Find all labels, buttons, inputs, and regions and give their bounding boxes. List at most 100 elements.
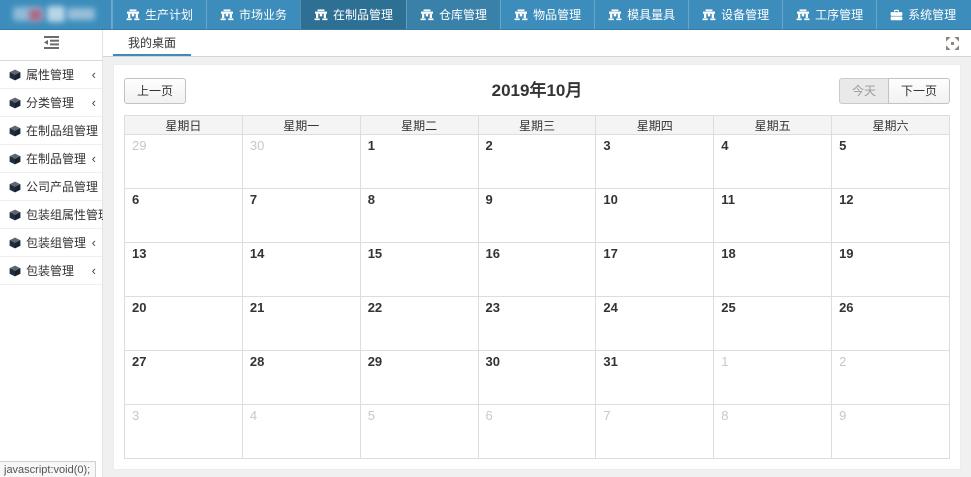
- calendar-day-cell[interactable]: 8: [714, 405, 832, 459]
- calendar-day-cell[interactable]: 16: [478, 243, 596, 297]
- day-number: 27: [125, 351, 242, 369]
- calendar-day-cell[interactable]: 25: [714, 297, 832, 351]
- weekday-header: 星期日: [125, 116, 243, 135]
- calendar-day-cell[interactable]: 26: [832, 297, 950, 351]
- sidebar-item[interactable]: 在制品组管理‹: [0, 117, 102, 145]
- machine-icon: [220, 9, 234, 21]
- calendar-day-cell[interactable]: 7: [596, 405, 714, 459]
- cube-icon: [9, 265, 21, 277]
- calendar-day-cell[interactable]: 10: [596, 189, 714, 243]
- nav-item[interactable]: 系统管理: [876, 0, 969, 29]
- day-number: 29: [361, 351, 478, 369]
- sidebar-item[interactable]: 在制品管理‹: [0, 145, 102, 173]
- weekday-header: 星期三: [478, 116, 596, 135]
- calendar-day-cell[interactable]: 7: [242, 189, 360, 243]
- calendar-day-cell[interactable]: 4: [714, 135, 832, 189]
- calendar-day-cell[interactable]: 30: [478, 351, 596, 405]
- sidebar-item[interactable]: 包装组属性管理‹: [0, 201, 102, 229]
- today-button[interactable]: 今天: [839, 78, 889, 104]
- sidebar-item-label: 属性管理: [26, 66, 74, 83]
- machine-icon: [420, 9, 434, 21]
- nav-item[interactable]: 设备管理: [688, 0, 782, 29]
- nav-item[interactable]: 生产计划: [112, 0, 206, 29]
- calendar-day-cell[interactable]: 17: [596, 243, 714, 297]
- calendar-day-cell[interactable]: 18: [714, 243, 832, 297]
- content-area: 上一页 今天 下一页 2019年10月 星期日星期一星期二星期三星期四星期五星期…: [103, 57, 971, 477]
- calendar-day-cell[interactable]: 15: [360, 243, 478, 297]
- calendar-day-cell[interactable]: 30: [242, 135, 360, 189]
- tab-my-desktop[interactable]: 我的桌面: [113, 30, 191, 56]
- nav-item[interactable]: 模具量具: [594, 0, 688, 29]
- calendar-day-cell[interactable]: 19: [832, 243, 950, 297]
- calendar-day-cell[interactable]: 11: [714, 189, 832, 243]
- calendar-day-cell[interactable]: 2: [478, 135, 596, 189]
- calendar-day-cell[interactable]: 9: [832, 405, 950, 459]
- sidebar-item[interactable]: 分类管理‹: [0, 89, 102, 117]
- day-number: 23: [479, 297, 596, 315]
- day-number: 4: [243, 405, 360, 423]
- calendar-day-cell[interactable]: 24: [596, 297, 714, 351]
- sidebar-item[interactable]: 包装组管理‹: [0, 229, 102, 257]
- fullscreen-icon[interactable]: [946, 30, 959, 56]
- calendar-day-cell[interactable]: 2: [832, 351, 950, 405]
- sidebar-item-label: 在制品组管理: [26, 122, 98, 139]
- day-number: 31: [596, 351, 713, 369]
- calendar-day-cell[interactable]: 3: [596, 135, 714, 189]
- calendar-day-cell[interactable]: 6: [478, 405, 596, 459]
- day-number: 1: [714, 351, 831, 369]
- day-number: 10: [596, 189, 713, 207]
- calendar-day-cell[interactable]: 3: [125, 405, 243, 459]
- sidebar-item[interactable]: 包装管理‹: [0, 257, 102, 285]
- day-number: 7: [596, 405, 713, 423]
- nav-item[interactable]: 仓库管理: [406, 0, 500, 29]
- calendar-day-cell[interactable]: 5: [360, 405, 478, 459]
- machine-icon: [702, 9, 716, 21]
- calendar-day-cell[interactable]: 1: [360, 135, 478, 189]
- sidebar-item[interactable]: 属性管理‹: [0, 61, 102, 89]
- calendar-day-cell[interactable]: 4: [242, 405, 360, 459]
- sidebar-item[interactable]: 公司产品管理‹: [0, 173, 102, 201]
- nav-item-label: 物品管理: [533, 6, 581, 23]
- nav-item-label: 仓库管理: [439, 6, 487, 23]
- nav-item[interactable]: 市场业务: [206, 0, 300, 29]
- nav-item[interactable]: 物品管理: [500, 0, 594, 29]
- calendar-day-cell-today[interactable]: 14: [242, 243, 360, 297]
- calendar-day-cell[interactable]: 23: [478, 297, 596, 351]
- next-page-button[interactable]: 下一页: [888, 78, 950, 104]
- calendar-day-cell[interactable]: 28: [242, 351, 360, 405]
- calendar-day-cell[interactable]: 27: [125, 351, 243, 405]
- calendar-day-cell[interactable]: 31: [596, 351, 714, 405]
- nav-item[interactable]: 工序管理: [782, 0, 876, 29]
- chevron-left-icon: ‹: [92, 96, 96, 109]
- day-number: 11: [714, 189, 831, 207]
- calendar-day-cell[interactable]: 5: [832, 135, 950, 189]
- prev-page-button[interactable]: 上一页: [124, 78, 186, 104]
- weekday-header: 星期五: [714, 116, 832, 135]
- nav-item[interactable]: 在制品管理: [300, 0, 406, 29]
- calendar-day-cell[interactable]: 22: [360, 297, 478, 351]
- calendar-day-cell[interactable]: 1: [714, 351, 832, 405]
- machine-icon: [314, 9, 328, 21]
- calendar-day-cell[interactable]: 20: [125, 297, 243, 351]
- weekday-header: 星期一: [242, 116, 360, 135]
- machine-icon: [796, 9, 810, 21]
- calendar-day-cell[interactable]: 9: [478, 189, 596, 243]
- sidebar-toggle-button[interactable]: [0, 30, 102, 61]
- day-number: 25: [714, 297, 831, 315]
- calendar-day-cell[interactable]: 8: [360, 189, 478, 243]
- chevron-left-icon: ‹: [92, 264, 96, 277]
- cube-icon: [9, 181, 21, 193]
- day-number: 21: [243, 297, 360, 315]
- calendar-day-cell[interactable]: 13: [125, 243, 243, 297]
- day-number: 13: [125, 243, 242, 261]
- day-number: 2: [832, 351, 949, 369]
- cube-icon: [9, 237, 21, 249]
- calendar-day-cell[interactable]: 29: [125, 135, 243, 189]
- calendar-day-cell[interactable]: 12: [832, 189, 950, 243]
- day-number: 22: [361, 297, 478, 315]
- calendar-day-cell[interactable]: 6: [125, 189, 243, 243]
- calendar-day-cell[interactable]: 21: [242, 297, 360, 351]
- day-number: 24: [596, 297, 713, 315]
- calendar-day-cell[interactable]: 29: [360, 351, 478, 405]
- cube-icon: [9, 69, 21, 81]
